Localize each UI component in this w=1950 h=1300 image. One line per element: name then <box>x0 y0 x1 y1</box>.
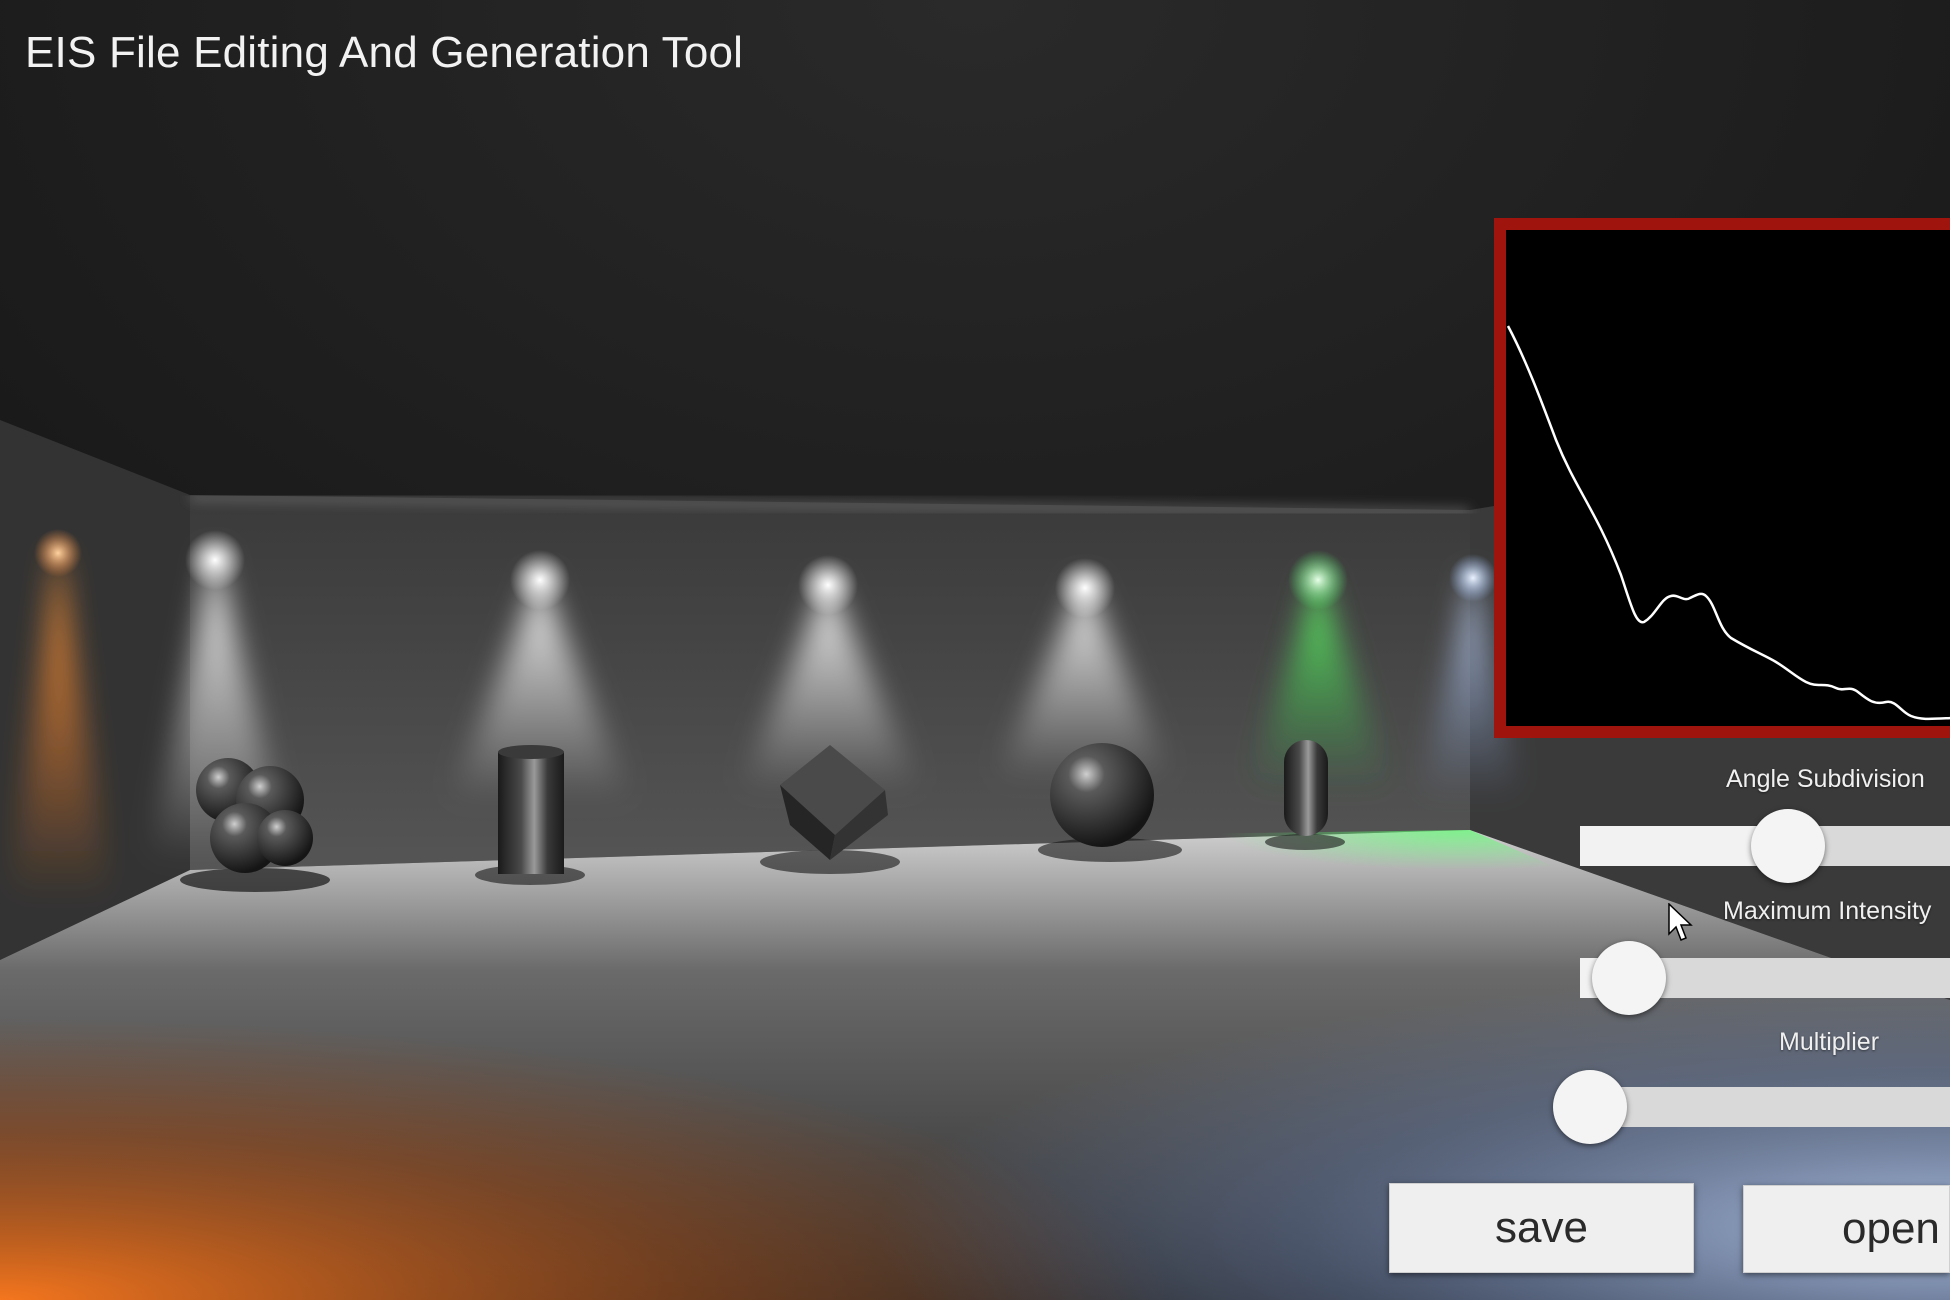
app-window: EIS File Editing And Generation Tool Ang… <box>0 0 1950 1300</box>
angle-subdivision-thumb[interactable] <box>1751 809 1825 883</box>
open-button[interactable]: open <box>1743 1185 1950 1273</box>
mouse-cursor-icon <box>1668 903 1693 941</box>
save-button[interactable]: save <box>1389 1183 1694 1273</box>
maximum-intensity-thumb[interactable] <box>1592 941 1666 1015</box>
profile-graph-svg <box>1506 325 1950 721</box>
app-title: EIS File Editing And Generation Tool <box>25 28 744 77</box>
intensity-profile-graph <box>1494 218 1950 738</box>
angle-subdivision-slider[interactable] <box>1580 809 1950 883</box>
multiplier-thumb[interactable] <box>1553 1070 1627 1144</box>
multiplier-label: Multiplier <box>1779 1028 1880 1056</box>
maximum-intensity-slider[interactable] <box>1580 941 1950 1015</box>
maximum-intensity-label: Maximum Intensity <box>1723 897 1932 925</box>
multiplier-slider[interactable] <box>1553 1070 1950 1144</box>
profile-curve <box>1506 325 1950 721</box>
angle-subdivision-label: Angle Subdivision <box>1726 765 1925 793</box>
